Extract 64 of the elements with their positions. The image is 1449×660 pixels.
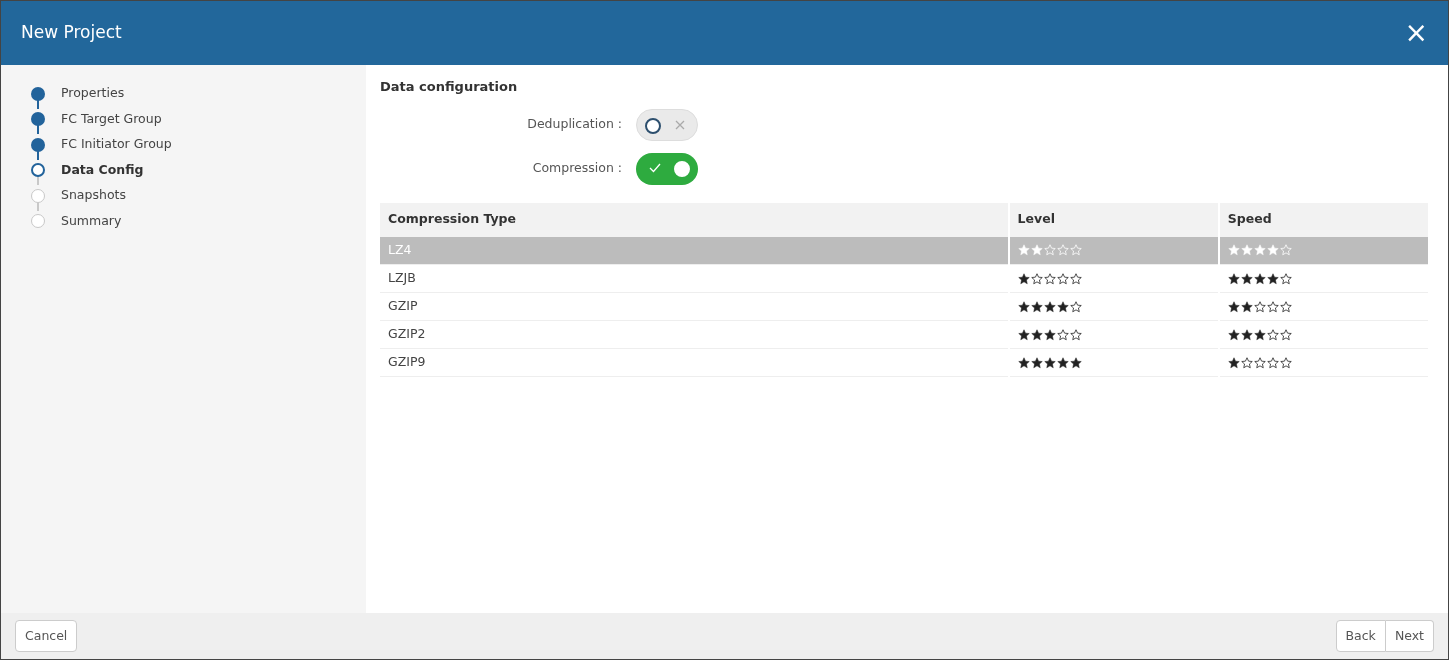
filled-star-icon <box>1240 328 1253 341</box>
filled-star-icon <box>1240 272 1253 285</box>
filled-star-icon <box>1030 244 1043 257</box>
filled-star-icon <box>1227 328 1240 341</box>
next-button[interactable]: Next <box>1385 619 1434 653</box>
filled-star-icon <box>1266 244 1279 257</box>
filled-star-icon <box>1227 300 1240 313</box>
filled-star-icon <box>1056 356 1069 369</box>
filled-star-icon <box>1240 244 1253 257</box>
filled-star-icon <box>1043 300 1056 313</box>
filled-star-icon <box>1056 300 1069 313</box>
filled-star-icon <box>1266 272 1279 285</box>
filled-star-icon <box>1043 328 1056 341</box>
filled-star-icon <box>1030 328 1043 341</box>
column-header: Level <box>1008 202 1219 237</box>
filled-star-icon <box>1030 356 1043 369</box>
step-label[interactable]: Properties <box>61 84 125 104</box>
step-label[interactable]: Snapshots <box>61 186 126 206</box>
step-label[interactable]: FC Target Group <box>61 109 162 129</box>
close-button[interactable]: × <box>1400 19 1432 47</box>
section-title: Data configuration <box>380 78 519 96</box>
table-cell[interactable]: LZJB <box>380 264 1009 293</box>
column-header: Speed <box>1218 202 1429 237</box>
empty-star-icon <box>1056 272 1069 285</box>
empty-star-icon <box>1266 356 1279 369</box>
empty-star-icon <box>1069 328 1082 341</box>
table-cell[interactable]: GZIP9 <box>380 348 1009 377</box>
filled-star-icon <box>1069 356 1082 369</box>
table-cell[interactable]: GZIP2 <box>380 320 1009 349</box>
empty-star-icon <box>1069 272 1082 285</box>
filled-star-icon <box>1030 300 1043 313</box>
filled-star-icon <box>1227 356 1240 369</box>
toggle-label: Compression : <box>531 159 623 178</box>
empty-star-icon <box>1266 300 1279 313</box>
toggle-switch[interactable] <box>636 108 698 141</box>
empty-star-icon <box>1279 300 1292 313</box>
step-label[interactable]: Summary <box>61 211 122 231</box>
table-cell[interactable]: GZIP <box>380 292 1009 321</box>
empty-star-icon <box>1253 356 1266 369</box>
cancel-button[interactable]: Cancel <box>15 619 78 653</box>
filled-star-icon <box>1043 356 1056 369</box>
empty-star-icon <box>1279 356 1292 369</box>
toggle-switch[interactable] <box>636 152 698 185</box>
step-label[interactable]: Data Config <box>61 160 144 180</box>
empty-star-icon <box>1279 328 1292 341</box>
filled-star-icon <box>1227 244 1240 257</box>
empty-star-icon <box>1043 272 1056 285</box>
filled-star-icon <box>1253 244 1266 257</box>
filled-star-icon <box>1017 300 1030 313</box>
filled-star-icon <box>1253 328 1266 341</box>
dialog-title: New Project <box>21 21 122 45</box>
toggle-label: Deduplication : <box>526 115 623 134</box>
step-label[interactable]: FC Initiator Group <box>61 135 172 155</box>
back-button[interactable]: Back <box>1335 619 1386 653</box>
filled-star-icon <box>1017 356 1030 369</box>
empty-star-icon <box>1056 244 1069 257</box>
empty-star-icon <box>1069 244 1082 257</box>
filled-star-icon <box>1253 272 1266 285</box>
column-header: Compression Type <box>380 202 1009 237</box>
filled-star-icon <box>1240 300 1253 313</box>
filled-star-icon <box>1017 328 1030 341</box>
filled-star-icon <box>1227 272 1240 285</box>
filled-star-icon <box>1017 272 1030 285</box>
filled-star-icon <box>1017 244 1030 257</box>
